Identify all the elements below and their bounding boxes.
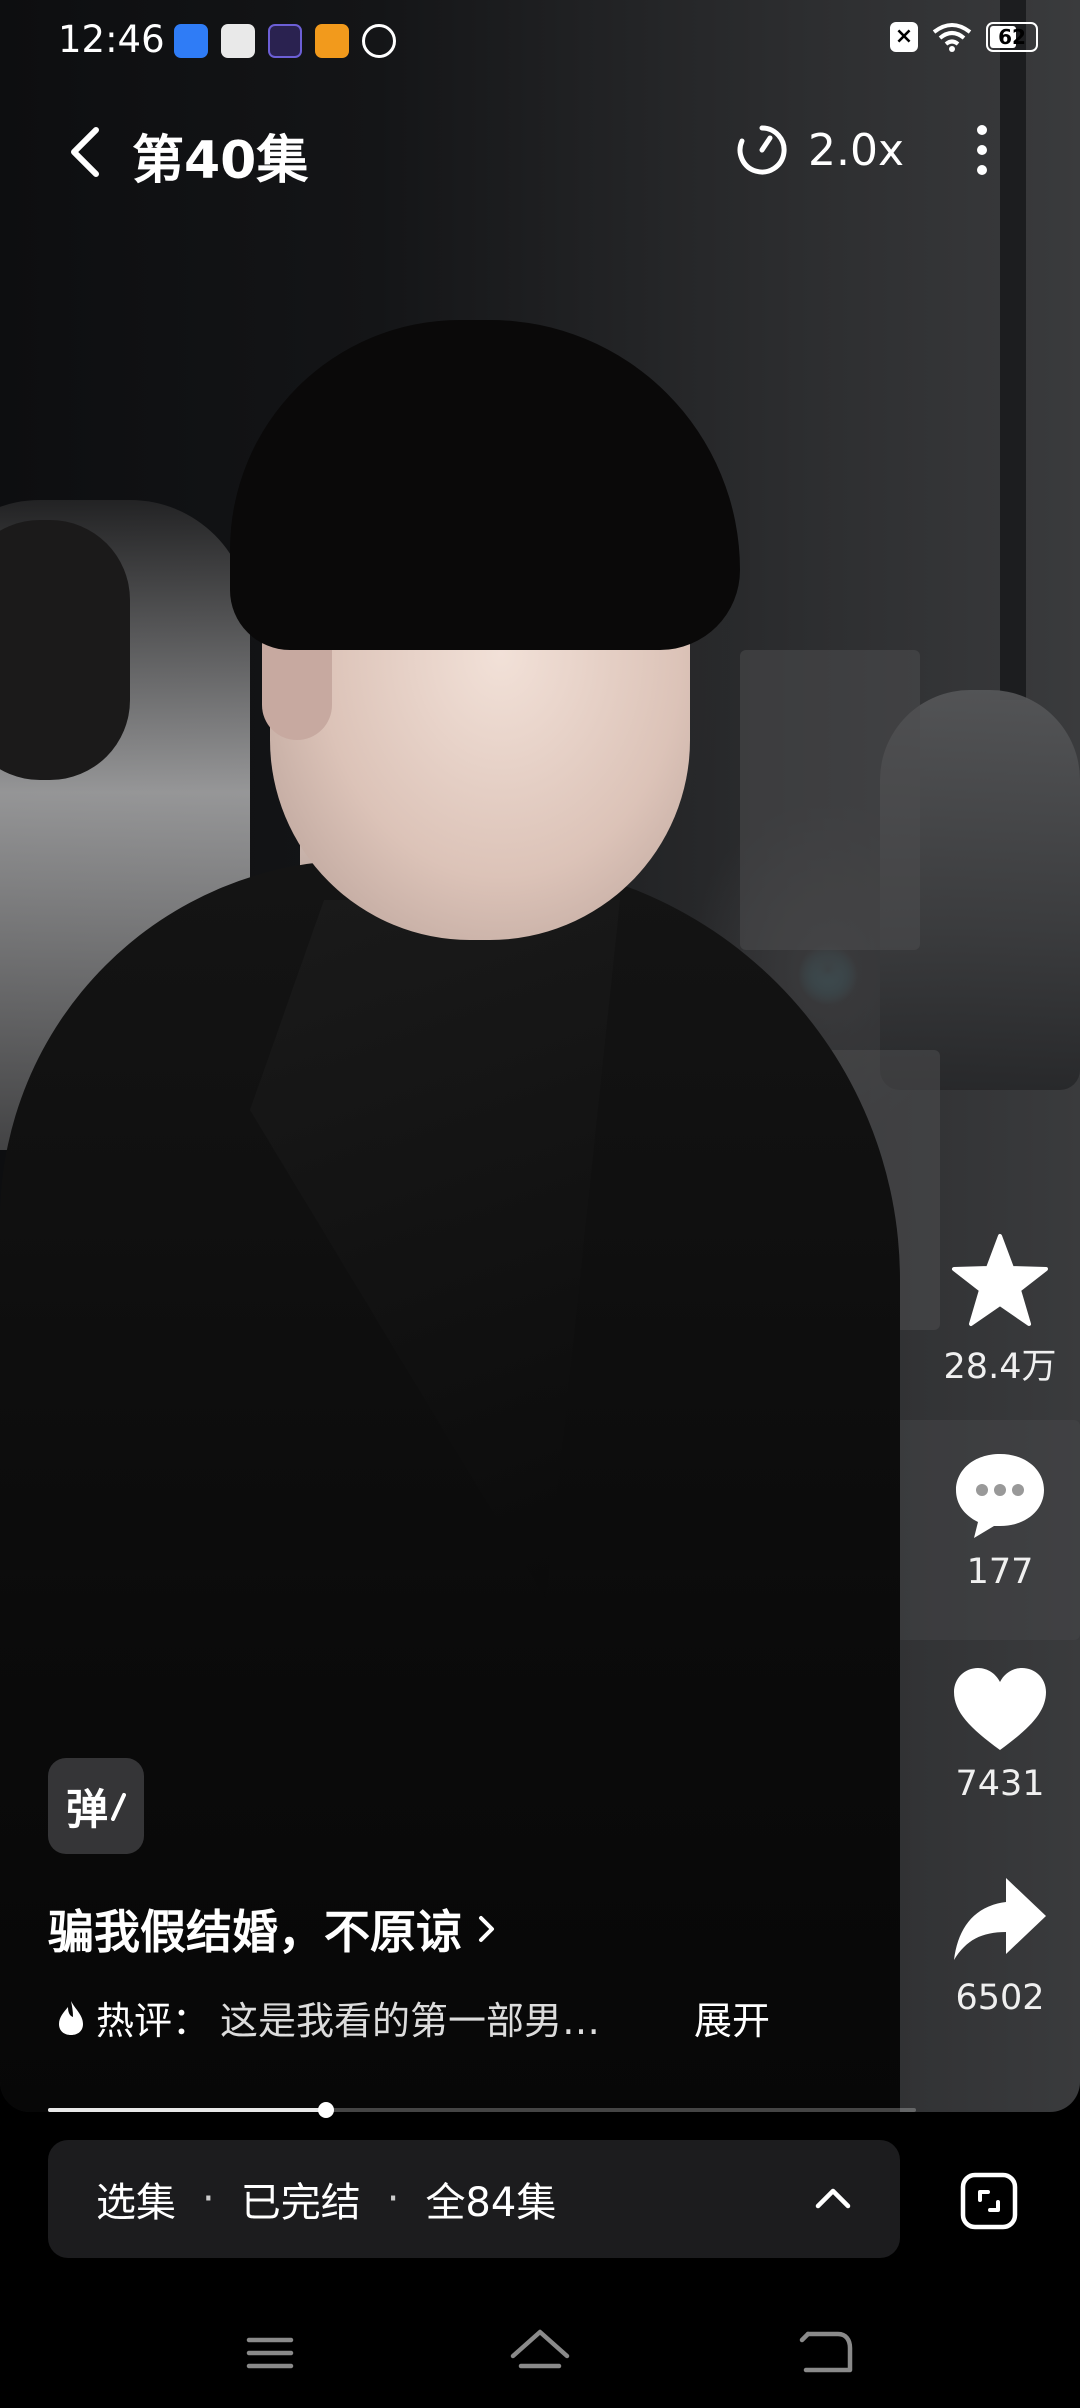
baidu-app-icon <box>174 24 208 58</box>
drama-title-link[interactable]: 骗我假结婚，不原谅 <box>48 1896 498 1962</box>
share-count: 6502 <box>955 1978 1045 2018</box>
expand-button[interactable]: 展开 <box>694 1990 770 2045</box>
battery-level: 62 <box>998 25 1026 49</box>
chevron-right-icon <box>479 1916 494 1942</box>
flame-icon <box>59 2000 83 2035</box>
episode-title: 第40集 <box>132 131 309 191</box>
system-nav-bar <box>0 2300 1080 2408</box>
no-sim-icon: × <box>890 22 918 52</box>
background-person-head <box>0 520 130 780</box>
speed-label: 2.0x <box>808 124 905 176</box>
fullscreen-icon[interactable] <box>958 2170 1020 2232</box>
link-app-icon <box>362 24 396 58</box>
heart-icon <box>954 1668 1046 1750</box>
top-bar: 第40集 2.0x <box>0 104 1080 200</box>
separator-dot: · <box>386 2176 400 2222</box>
chevron-up-icon <box>815 2188 851 2209</box>
comment-bubble-icon <box>956 1454 1044 1538</box>
wifi-icon <box>932 23 972 52</box>
favorite-button[interactable]: 28.4万 <box>930 1232 1070 1389</box>
progress-scrubber[interactable] <box>317 2102 334 2118</box>
video-app-icon <box>268 24 302 58</box>
danmaku-label: 弹 <box>65 1784 108 1834</box>
progress-played <box>48 2108 326 2112</box>
actor-hair <box>230 320 740 650</box>
news-app-icon <box>221 24 255 58</box>
battery-indicator: 62 <box>986 22 1038 52</box>
hot-comment-prefix: 热评： <box>96 1999 211 2043</box>
hot-comment[interactable]: 热评： 这是我看的第一部男… <box>56 1990 600 2045</box>
danmaku-slash-icon <box>111 1793 126 1821</box>
game-app-icon <box>315 24 349 58</box>
total-episodes: 全84集 <box>425 2180 557 2226</box>
speed-dial-icon <box>737 125 787 175</box>
episode-selector-bar[interactable]: 选集 · 已完结 · 全84集 <box>48 2140 900 2258</box>
status-bar: 12:46 × 62 <box>0 0 1080 84</box>
back-nav-icon[interactable] <box>790 2318 860 2388</box>
video-player[interactable] <box>0 0 1080 2112</box>
danmaku-toggle-button[interactable]: 弹 <box>48 1758 144 1854</box>
share-arrow-icon <box>954 1878 1046 1960</box>
notification-icons <box>174 24 396 58</box>
playback-progress-bar[interactable] <box>48 2102 916 2118</box>
background-panel <box>740 650 920 950</box>
system-icons: × 62 <box>890 22 1038 52</box>
separator-dot: · <box>202 2176 215 2222</box>
completion-status: 已完结 <box>240 2180 361 2226</box>
home-icon[interactable] <box>505 2318 575 2388</box>
like-button[interactable]: 7431 <box>930 1664 1070 1804</box>
select-episode-label: 选集 <box>96 2180 176 2226</box>
status-time: 12:46 <box>58 18 165 61</box>
like-count: 7431 <box>955 1764 1045 1804</box>
share-button[interactable]: 6502 <box>930 1872 1070 2018</box>
playback-speed-button[interactable]: 2.0x <box>734 122 904 178</box>
comment-count: 177 <box>966 1552 1034 1592</box>
back-arrow-icon[interactable] <box>58 122 114 182</box>
menu-icon[interactable] <box>235 2318 305 2388</box>
hot-comment-text: 这是我看的第一部男… <box>220 1999 601 2043</box>
favorite-count: 28.4万 <box>943 1347 1057 1387</box>
more-options-icon[interactable] <box>962 120 1002 180</box>
comment-button[interactable]: 177 <box>930 1448 1070 1592</box>
drama-title: 骗我假结婚，不原谅 <box>48 1905 462 1959</box>
star-icon <box>952 1234 1048 1326</box>
